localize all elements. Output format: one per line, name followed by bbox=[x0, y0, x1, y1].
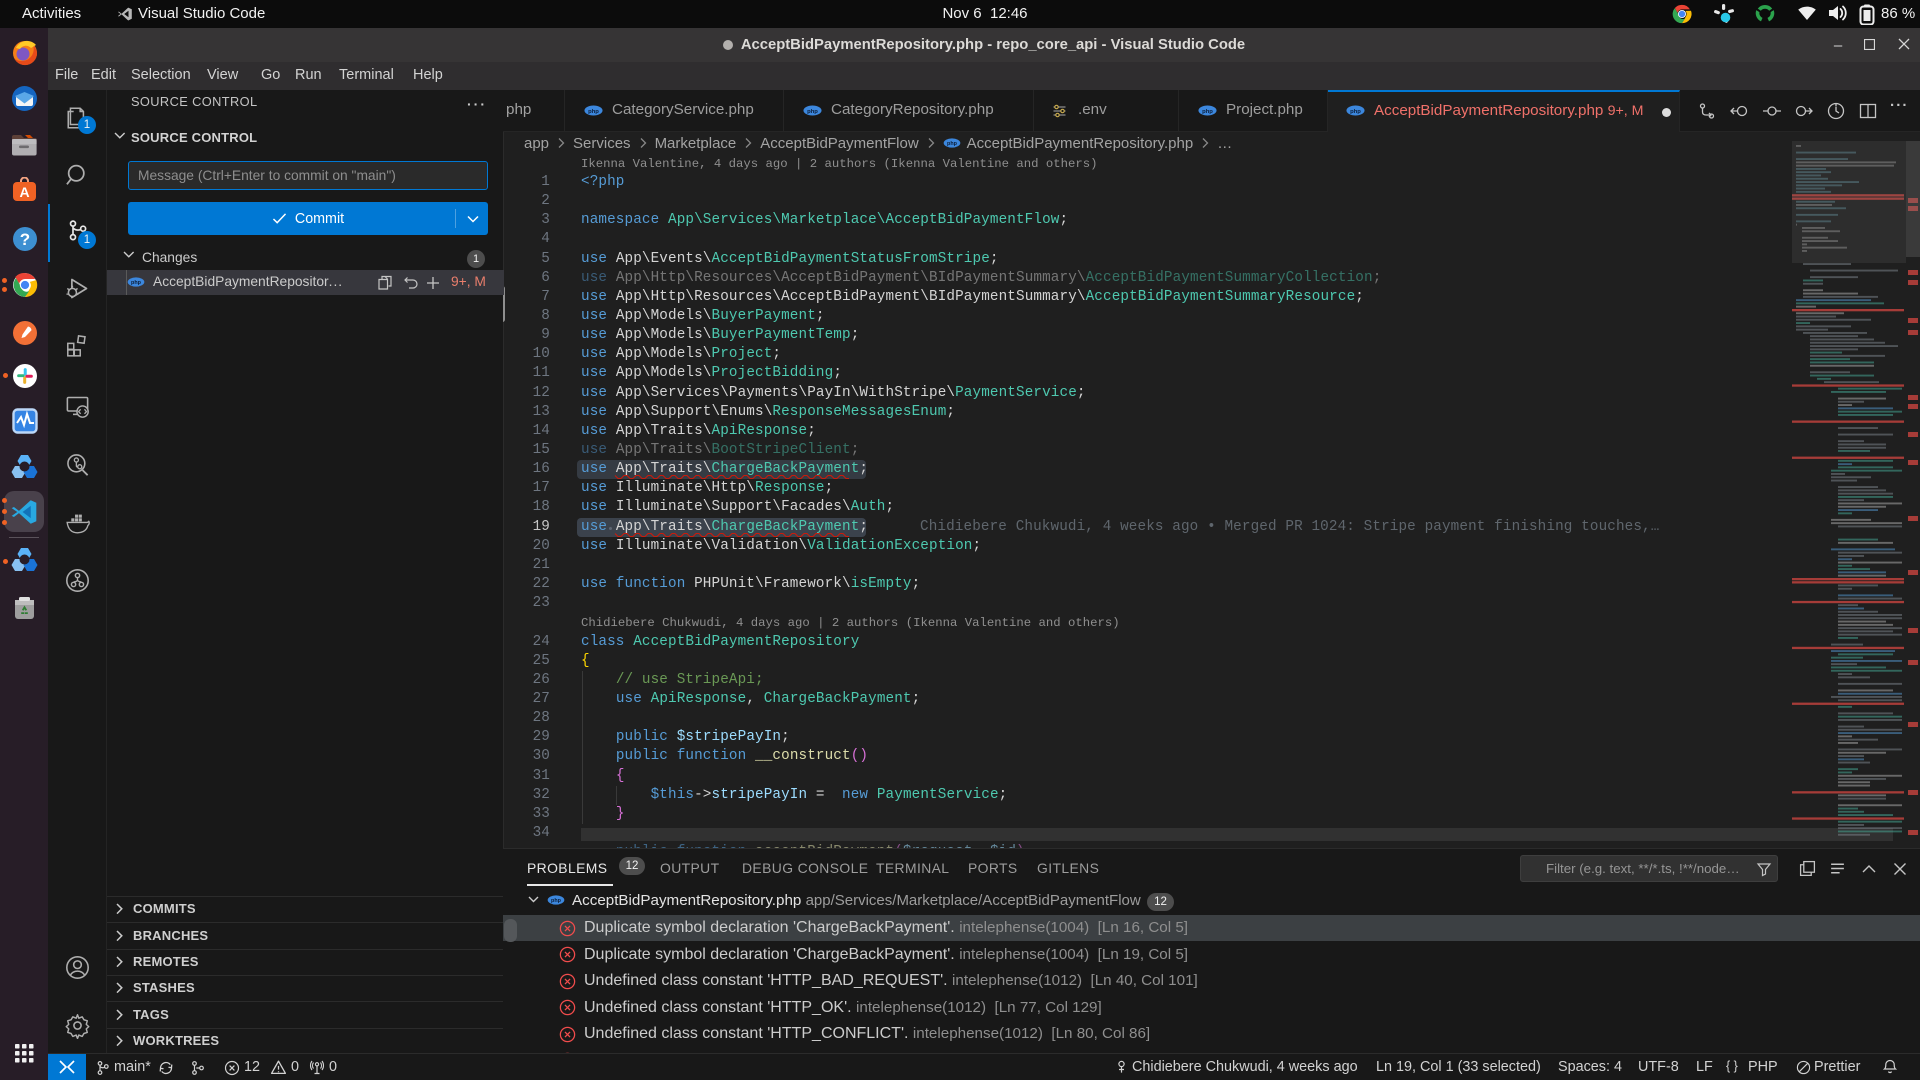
svg-text:php: php bbox=[551, 898, 562, 904]
svg-text:php: php bbox=[1202, 109, 1213, 115]
svg-text:php: php bbox=[588, 109, 599, 115]
svg-text:php: php bbox=[807, 109, 818, 115]
svg-text:php: php bbox=[131, 280, 142, 286]
svg-text:A: A bbox=[19, 184, 29, 200]
svg-text:php: php bbox=[947, 141, 958, 147]
svg-text:?: ? bbox=[20, 230, 30, 249]
svg-text:php: php bbox=[1350, 109, 1361, 115]
